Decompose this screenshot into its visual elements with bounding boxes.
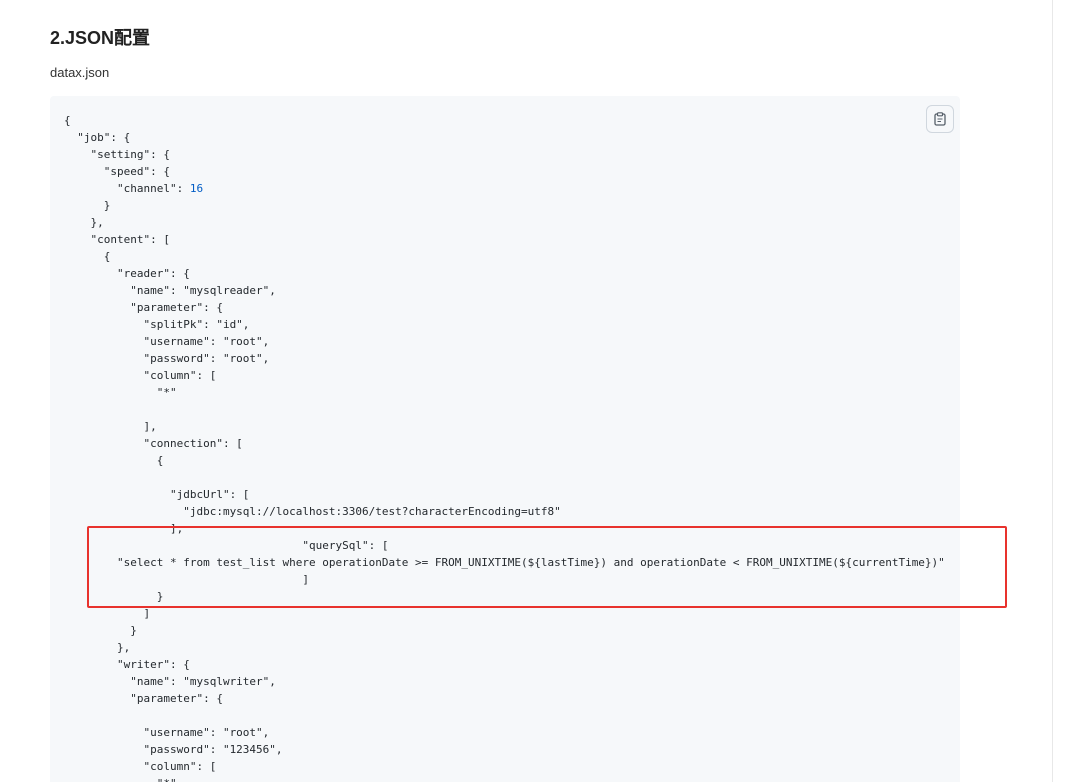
file-name-label: datax.json (50, 65, 110, 80)
code-line: "reader": { (64, 267, 190, 280)
code-line: "username": "root", (64, 335, 270, 348)
code-line: "job": { (64, 131, 131, 144)
code-line: "column": [ (64, 369, 217, 382)
copy-code-button[interactable] (926, 105, 954, 133)
code-block: { "job": { "setting": { "speed": { "chan… (50, 96, 960, 782)
code-line: "parameter": { (64, 301, 223, 314)
code-content: { "job": { "setting": { "speed": { "chan… (50, 96, 960, 782)
code-line: "select * from test_list where operation… (64, 556, 945, 569)
code-line: { (64, 114, 71, 127)
code-line: "name": "mysqlwriter", (64, 675, 276, 688)
code-line: ], (64, 522, 184, 535)
code-line: ] (64, 573, 310, 586)
code-line: }, (64, 216, 104, 229)
code-line: ] (64, 607, 151, 620)
code-line: } (64, 590, 164, 603)
code-line: "column": [ (64, 760, 217, 773)
section-heading: 2.JSON配置 (50, 28, 151, 48)
code-line: "content": [ (64, 233, 170, 246)
previous-text-fragment (50, 0, 750, 4)
code-line: "*" (64, 386, 177, 399)
code-line: "writer": { (64, 658, 190, 671)
code-line: "username": "root", (64, 726, 270, 739)
code-line: ], (64, 420, 157, 433)
code-line: }, (64, 641, 131, 654)
code-line: "jdbcUrl": [ (64, 488, 250, 501)
code-line: "password": "root", (64, 352, 270, 365)
code-line: "splitPk": "id", (64, 318, 250, 331)
code-line: "speed": { (64, 165, 170, 178)
scrollbar-divider (1052, 0, 1053, 782)
code-line: { (64, 454, 164, 467)
code-line: "channel": 16 (64, 182, 204, 195)
code-line: "connection": [ (64, 437, 243, 450)
code-line: "name": "mysqlreader", (64, 284, 276, 297)
code-line: } (64, 624, 137, 637)
code-line: "parameter": { (64, 692, 223, 705)
code-line: "jdbc:mysql://localhost:3306/test?charac… (64, 505, 561, 518)
code-line: "*" (64, 775, 960, 782)
code-line: } (64, 199, 111, 212)
code-line: "password": "123456", (64, 743, 283, 756)
code-line: { (64, 250, 111, 263)
code-line: "querySql": [ (64, 539, 389, 552)
code-line: "setting": { (64, 148, 170, 161)
